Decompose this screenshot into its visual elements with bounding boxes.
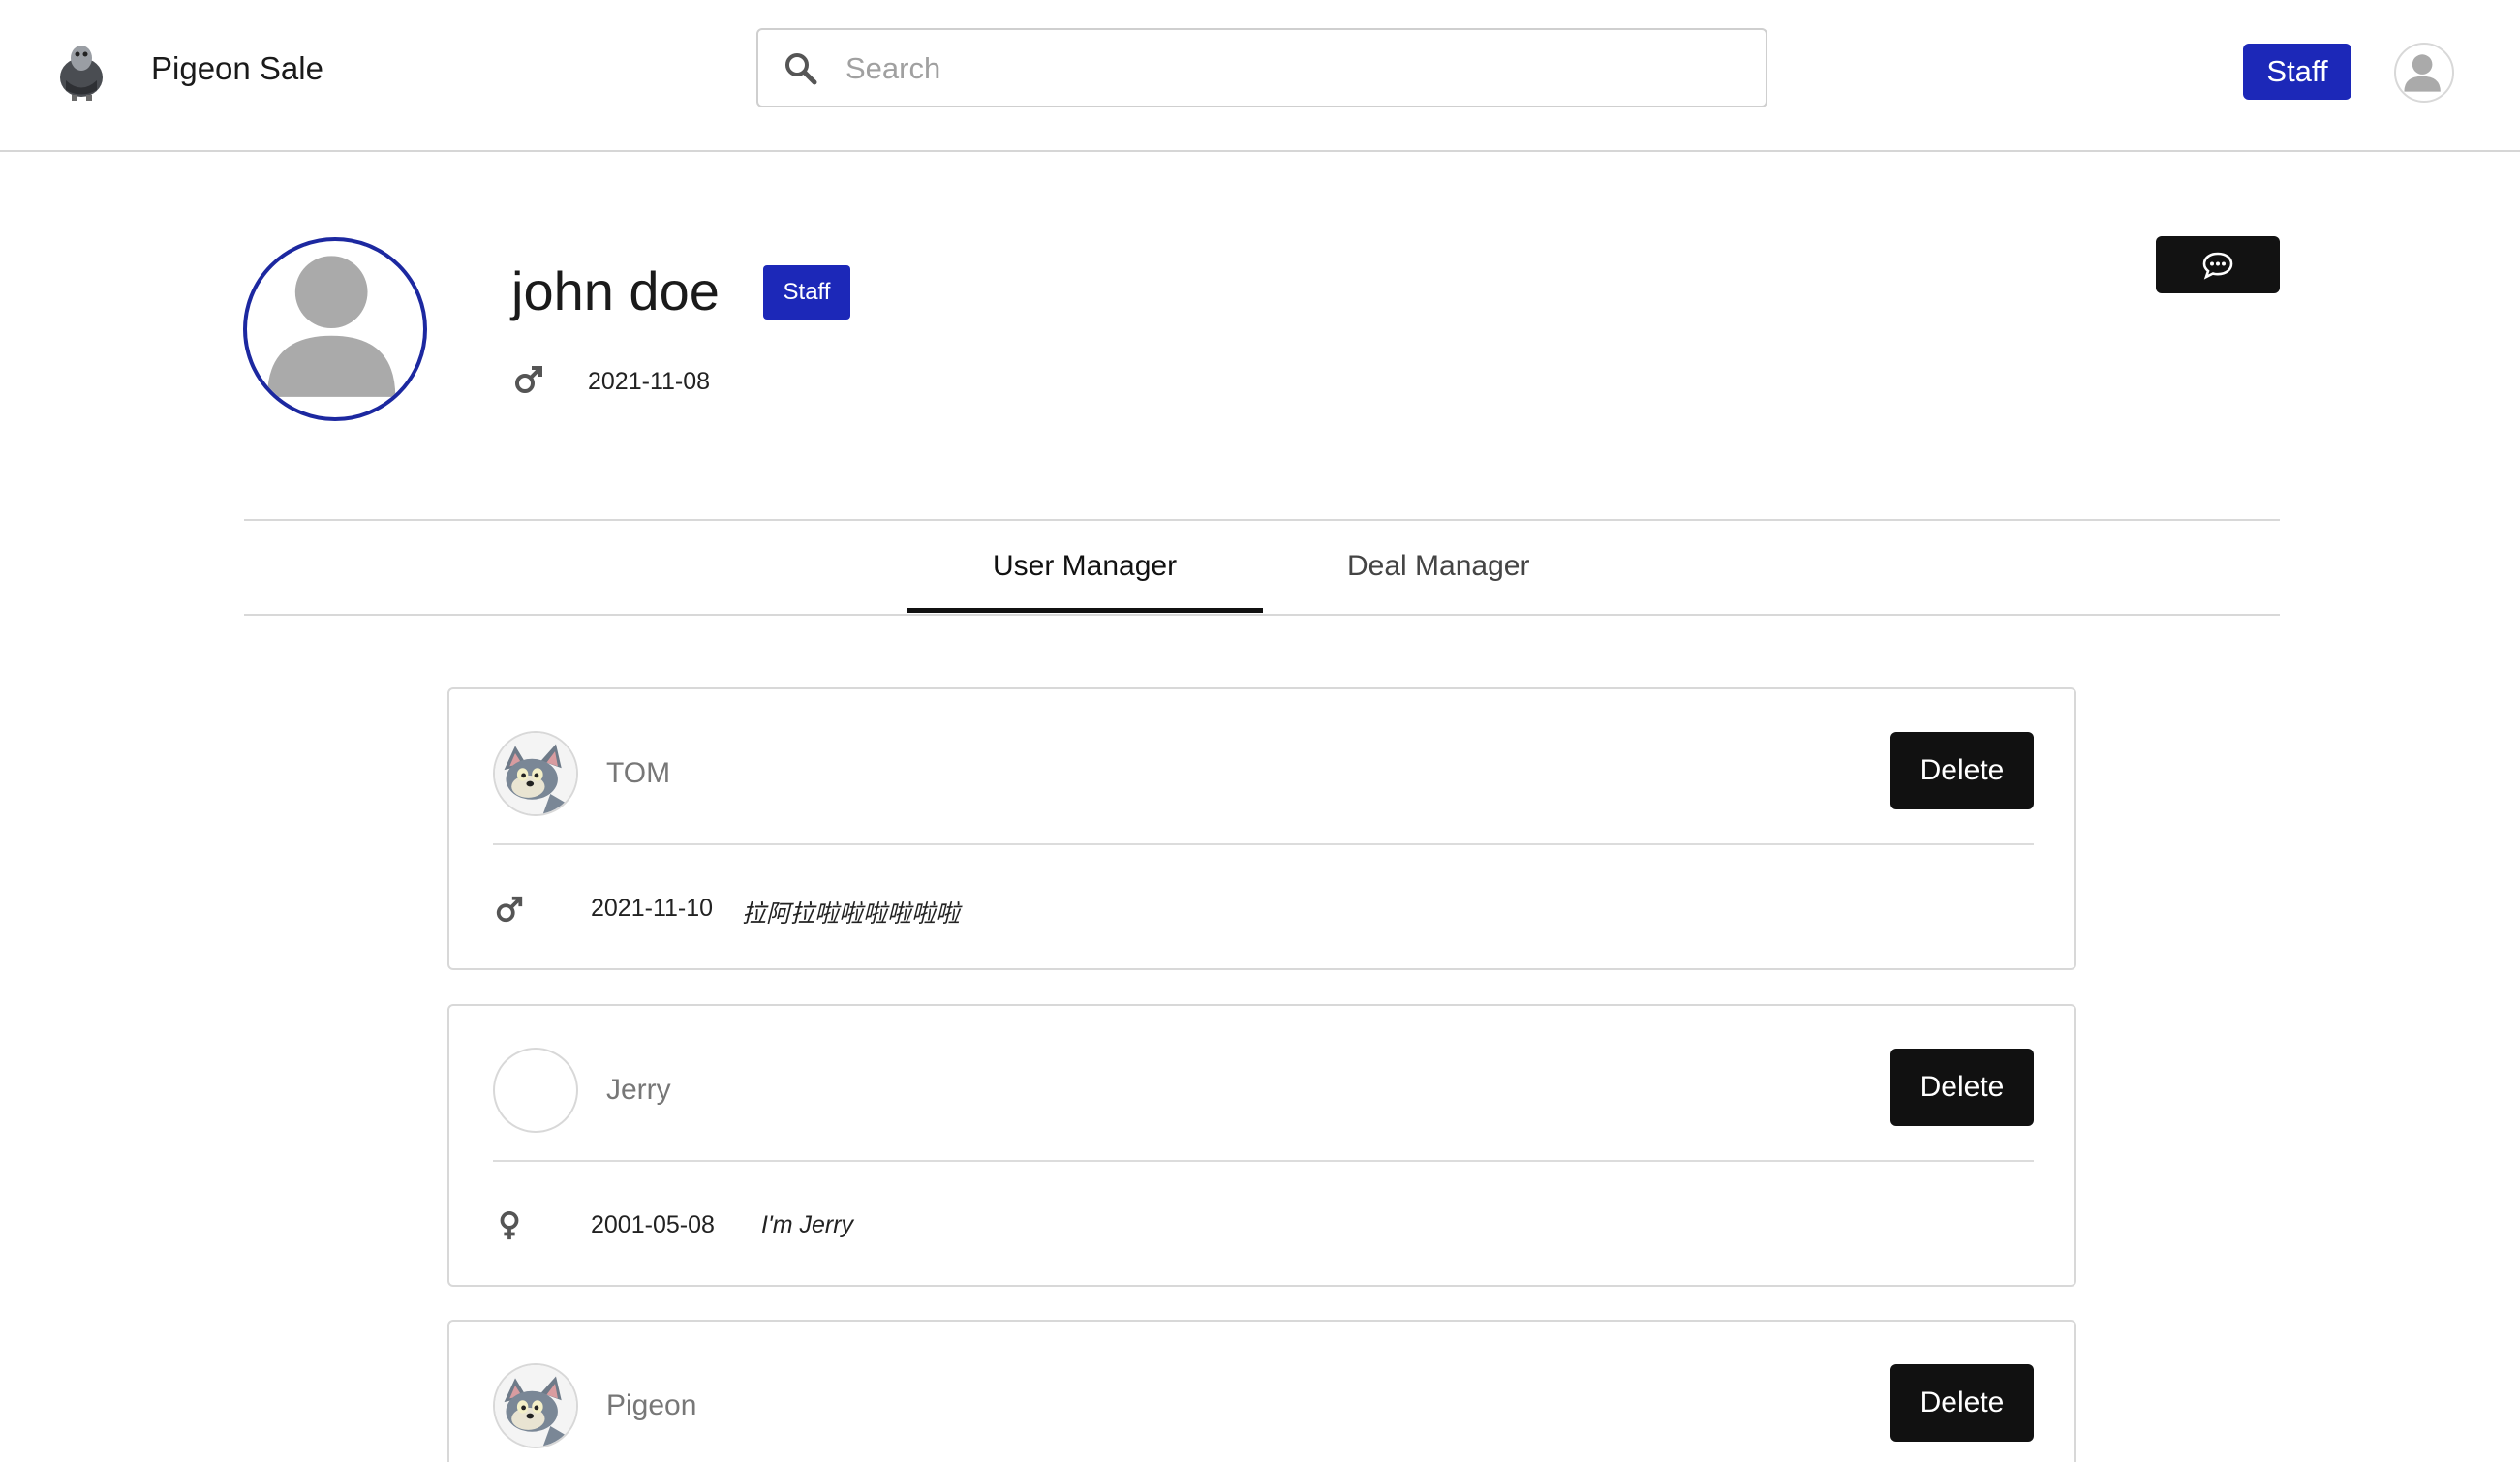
delete-button[interactable]: Delete bbox=[1890, 1049, 2034, 1126]
user-bio: I'm Jerry bbox=[761, 1211, 854, 1238]
search-icon bbox=[785, 53, 817, 85]
user-avatar-icon[interactable] bbox=[2394, 43, 2454, 103]
user-name: Pigeon bbox=[606, 1389, 697, 1421]
card-divider bbox=[493, 1160, 2034, 1162]
tabs-divider-top bbox=[244, 519, 2280, 521]
user-date: 2001-05-08 bbox=[591, 1211, 715, 1238]
tab-deal-manager[interactable]: Deal Manager bbox=[1347, 550, 1529, 583]
chat-bubble-icon bbox=[2202, 252, 2233, 280]
search-input[interactable]: Search bbox=[845, 51, 940, 86]
tom-cat-avatar bbox=[493, 731, 578, 816]
female-icon bbox=[500, 1210, 519, 1240]
user-name: TOM bbox=[606, 757, 671, 789]
user-card: Jerry Delete 2001-05-08 I'm Jerry bbox=[447, 1004, 2076, 1287]
delete-button[interactable]: Delete bbox=[1890, 1364, 2034, 1442]
card-divider bbox=[493, 843, 2034, 845]
tab-user-manager[interactable]: User Manager bbox=[993, 550, 1177, 583]
profile-avatar bbox=[243, 237, 427, 421]
user-card: TOM Delete 2021-11-10 拉阿拉啦啦啦啦啦啦 bbox=[447, 687, 2076, 970]
search-bar[interactable]: Search bbox=[756, 28, 1767, 107]
tabs-divider-bottom bbox=[244, 614, 2280, 616]
staff-button[interactable]: Staff bbox=[2243, 44, 2351, 100]
top-navbar: Pigeon Sale Search Staff bbox=[0, 0, 2520, 152]
profile-name: john doe bbox=[511, 260, 720, 321]
user-date: 2021-11-10 bbox=[591, 895, 714, 922]
role-badge: Staff bbox=[763, 265, 850, 320]
tom-cat-avatar bbox=[493, 1363, 578, 1448]
user-name: Jerry bbox=[606, 1074, 671, 1106]
user-silhouette-icon bbox=[267, 256, 396, 397]
user-card: Pigeon Delete bbox=[447, 1320, 2076, 1462]
active-tab-indicator bbox=[907, 608, 1263, 613]
empty-avatar bbox=[493, 1048, 578, 1133]
pigeon-logo-icon[interactable] bbox=[54, 37, 108, 101]
profile-date: 2021-11-08 bbox=[588, 368, 711, 395]
male-icon bbox=[496, 896, 523, 923]
male-icon bbox=[515, 366, 542, 393]
user-bio: 拉阿拉啦啦啦啦啦啦 bbox=[742, 900, 961, 928]
delete-button[interactable]: Delete bbox=[1890, 732, 2034, 809]
brand-name[interactable]: Pigeon Sale bbox=[151, 50, 323, 87]
message-button[interactable] bbox=[2156, 236, 2280, 293]
